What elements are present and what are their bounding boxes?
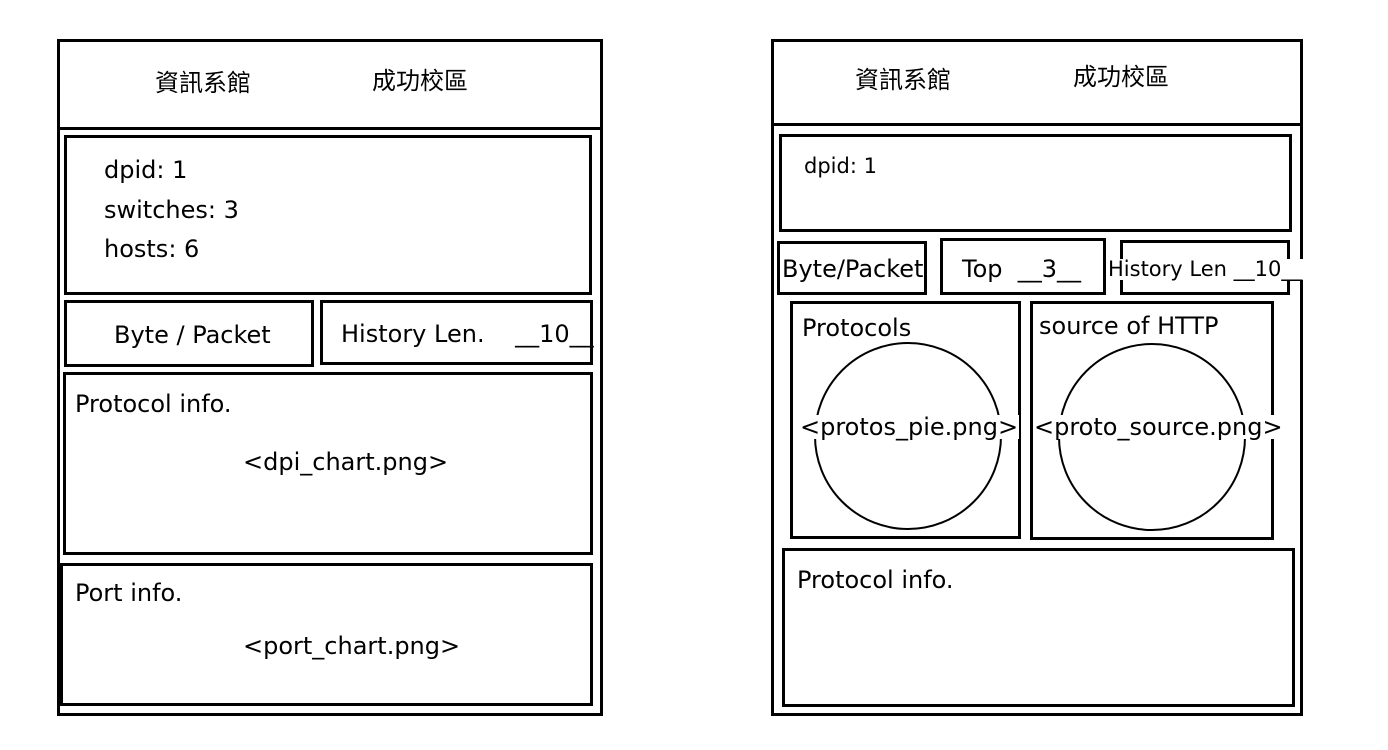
right-dpid: dpid: 1 (804, 154, 877, 178)
left-port-panel: Port info. <port_chart.png> (60, 563, 593, 706)
right-source-title: source of HTTP (1039, 312, 1219, 340)
right-proto-source-placeholder: <proto_source.png> (1033, 413, 1284, 441)
right-byte-packet-label: Byte/Packet (781, 255, 925, 283)
right-header-campus: 成功校區 (1073, 63, 1169, 91)
right-header-dept: 資訊系館 (855, 66, 951, 94)
left-dpid: dpid: 1 (104, 156, 188, 184)
left-dpi-chart-placeholder: <dpi_chart.png> (243, 448, 449, 476)
left-switches: switches: 3 (104, 196, 239, 224)
left-history-len-field[interactable]: History Len. __10__ (320, 300, 594, 365)
left-info-box: dpid: 1 switches: 3 hosts: 6 (64, 135, 592, 295)
left-port-title: Port info. (75, 579, 183, 607)
right-info-box: dpid: 1 (779, 134, 1292, 232)
left-history-len-label: History Len. __10__ (341, 320, 594, 348)
right-protocol-title: Protocol info. (797, 566, 954, 594)
right-protos-pie-placeholder: <protos_pie.png> (799, 413, 1020, 441)
right-top-field[interactable]: Top __3__ (940, 238, 1106, 295)
left-header-campus: 成功校區 (372, 67, 468, 95)
left-byte-packet-label: Byte / Packet (114, 321, 271, 349)
right-top-label: Top __3__ (962, 255, 1082, 283)
right-protocol-panel: Protocol info. (782, 548, 1295, 707)
right-protocols-title: Protocols (802, 314, 912, 342)
right-header: 資訊系館 成功校區 (771, 39, 1303, 126)
right-history-len-label: History Len __10__ (1107, 257, 1304, 281)
left-protocol-title: Protocol info. (75, 390, 232, 418)
left-header-dept: 資訊系館 (155, 69, 251, 97)
left-header: 資訊系館 成功校區 (57, 39, 603, 130)
left-byte-packet-button[interactable]: Byte / Packet (64, 300, 314, 367)
left-port-chart-placeholder: <port_chart.png> (243, 632, 461, 660)
left-hosts: hosts: 6 (104, 235, 200, 263)
left-protocol-panel: Protocol info. <dpi_chart.png> (63, 372, 593, 555)
